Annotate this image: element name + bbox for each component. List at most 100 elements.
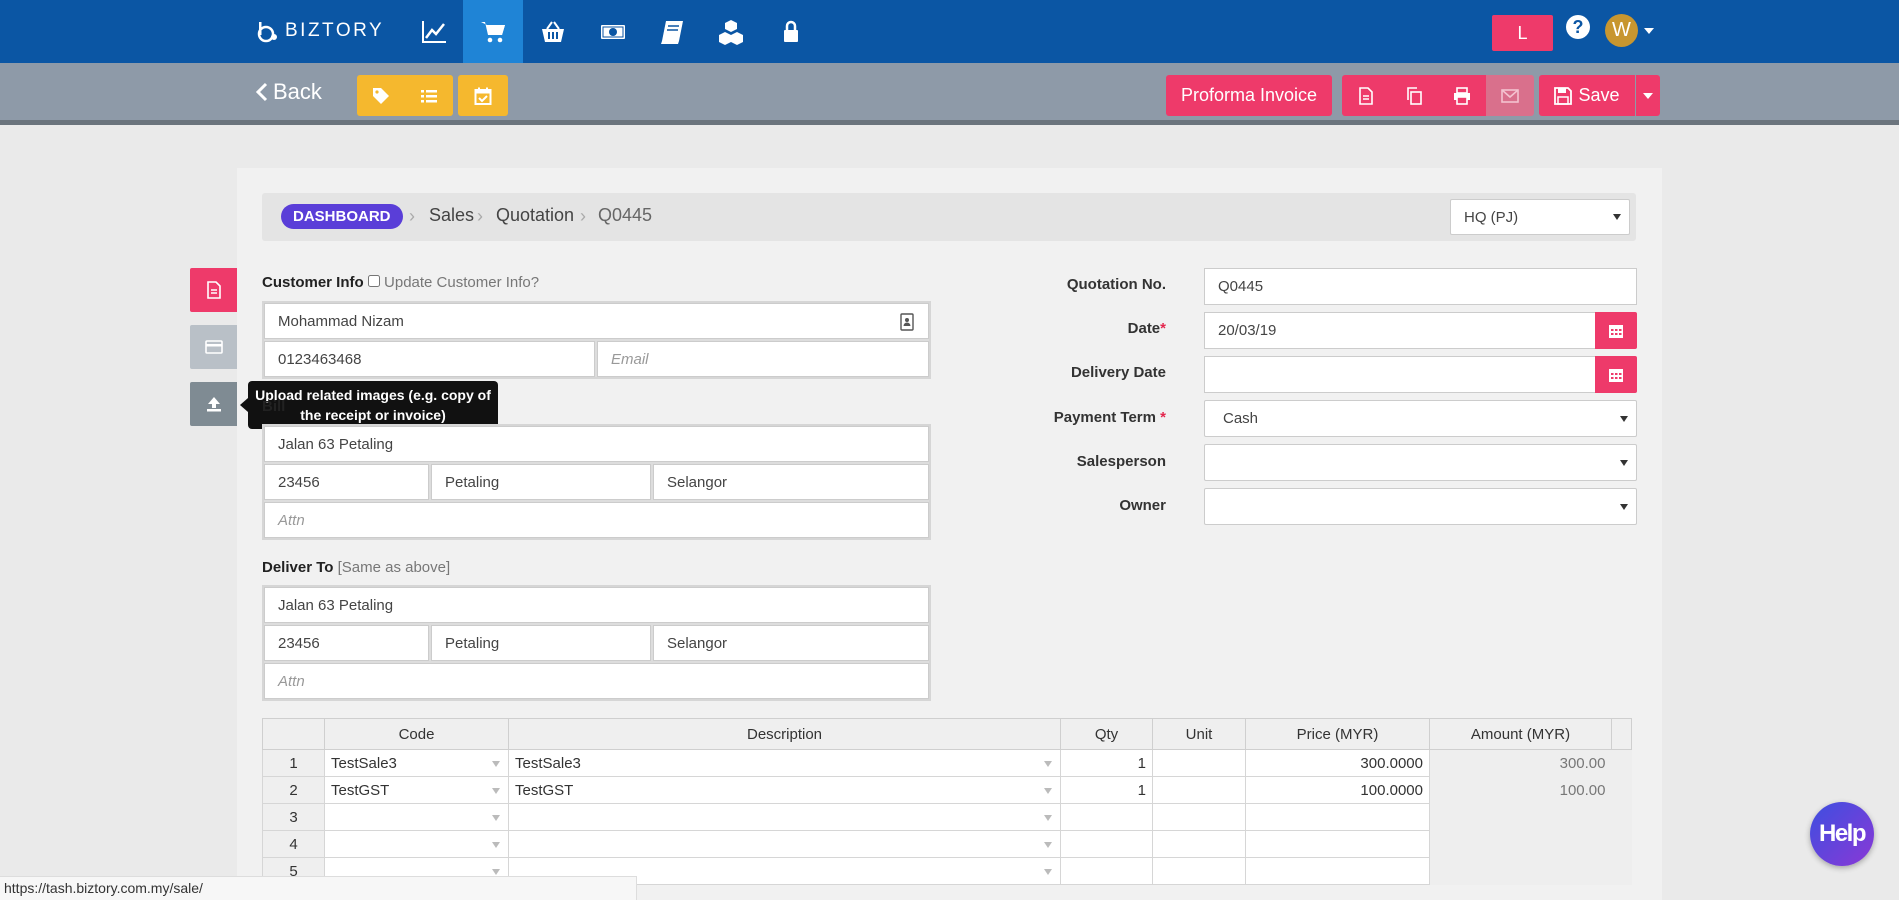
header-qty: Qty xyxy=(1060,718,1153,750)
save-button[interactable]: Save xyxy=(1539,75,1635,116)
proforma-invoice-button[interactable]: Proforma Invoice xyxy=(1166,75,1332,116)
tag-button[interactable] xyxy=(357,75,405,116)
brand-logo[interactable]: BIZTORY xyxy=(255,18,384,44)
delivery-date-field[interactable] xyxy=(1204,356,1596,393)
code-cell[interactable]: TestGST xyxy=(324,776,509,804)
owner-select[interactable] xyxy=(1204,488,1637,525)
header-description: Description xyxy=(508,718,1061,750)
customer-email-field[interactable]: Email xyxy=(597,341,929,377)
delivery-address-field[interactable]: Jalan 63 Petaling xyxy=(264,587,929,623)
billing-postcode-field[interactable]: 23456 xyxy=(264,464,429,500)
unit-cell[interactable] xyxy=(1152,776,1246,804)
document-button[interactable] xyxy=(1342,75,1390,116)
nav-settings[interactable] xyxy=(761,0,821,63)
nav-accounting[interactable] xyxy=(642,0,702,63)
description-cell[interactable] xyxy=(508,830,1061,858)
billing-city: Petaling xyxy=(445,473,500,491)
billing-city-field[interactable]: Petaling xyxy=(431,464,651,500)
price-cell[interactable]: 100.0000 xyxy=(1245,776,1430,804)
quotation-no-field[interactable]: Q0445 xyxy=(1204,268,1637,305)
header-price: Price (MYR) xyxy=(1245,718,1430,750)
date-value: 20/03/19 xyxy=(1218,322,1277,339)
save-dropdown-toggle[interactable] xyxy=(1636,75,1660,116)
nav-banking[interactable] xyxy=(583,0,643,63)
print-icon xyxy=(1454,86,1470,105)
nav-inventory[interactable] xyxy=(701,0,761,63)
list-icon xyxy=(421,89,437,102)
back-button[interactable]: Back xyxy=(255,79,322,105)
delivery-date-picker-button[interactable] xyxy=(1595,356,1637,393)
billing-address-field[interactable]: Jalan 63 Petaling xyxy=(264,426,929,462)
branch-select[interactable]: HQ (PJ) xyxy=(1450,199,1630,235)
payment-term-select[interactable]: Cash xyxy=(1204,400,1637,437)
table-row: 4 xyxy=(262,830,1632,858)
breadcrumb: DASHBOARD › Sales › Quotation › Q0445 HQ… xyxy=(262,193,1636,241)
description-cell[interactable]: TestGST xyxy=(508,776,1061,804)
same-as-above-link[interactable]: [Same as above] xyxy=(338,559,451,576)
details-tab[interactable] xyxy=(190,268,237,312)
save-label: Save xyxy=(1578,85,1620,105)
customer-phone: 0123463468 xyxy=(278,350,362,368)
price-cell[interactable] xyxy=(1245,803,1430,831)
email-button[interactable] xyxy=(1486,75,1534,116)
delivery-attn-field[interactable]: Attn xyxy=(264,663,929,699)
qty-cell[interactable] xyxy=(1060,830,1153,858)
back-label: Back xyxy=(273,79,322,104)
date-field[interactable]: 20/03/19 xyxy=(1204,312,1596,349)
amount-cell xyxy=(1429,857,1612,885)
code-cell[interactable] xyxy=(324,830,509,858)
code-cell[interactable]: TestSale3 xyxy=(324,749,509,777)
user-avatar[interactable]: W xyxy=(1605,14,1638,47)
salesperson-select[interactable] xyxy=(1204,444,1637,481)
qty-cell[interactable] xyxy=(1060,857,1153,885)
breadcrumb-current: Q0445 xyxy=(598,205,653,225)
update-customer-checkbox[interactable] xyxy=(367,275,380,287)
unit-cell[interactable] xyxy=(1152,749,1246,777)
quotation-no-label: Quotation No. xyxy=(1066,276,1166,293)
breadcrumb-sales[interactable]: Sales xyxy=(429,205,474,226)
print-button[interactable] xyxy=(1438,75,1486,116)
breadcrumb-quotation[interactable]: Quotation xyxy=(496,205,574,226)
copy-button[interactable] xyxy=(1390,75,1438,116)
question-circle-icon[interactable]: ? xyxy=(1566,15,1590,39)
upload-icon xyxy=(206,397,221,412)
delivery-postcode-field[interactable]: 23456 xyxy=(264,625,429,661)
nav-sales[interactable] xyxy=(463,0,523,63)
chevron-right-icon: › xyxy=(580,206,586,226)
delivery-state-field[interactable]: Selangor xyxy=(653,625,929,661)
qty-cell[interactable]: 1 xyxy=(1060,776,1153,804)
code-cell[interactable] xyxy=(324,803,509,831)
unit-cell[interactable] xyxy=(1152,830,1246,858)
calendar-check-button[interactable] xyxy=(458,75,508,116)
unit-cell[interactable] xyxy=(1152,857,1246,885)
quotation-no: Q0445 xyxy=(1218,278,1264,295)
customer-phone-field[interactable]: 0123463468 xyxy=(264,341,595,377)
header-code: Code xyxy=(324,718,509,750)
document-icon xyxy=(206,281,221,299)
description-cell[interactable] xyxy=(508,803,1061,831)
qty-cell[interactable]: 1 xyxy=(1060,749,1153,777)
chevron-down-icon[interactable] xyxy=(1644,28,1654,34)
qty-cell[interactable] xyxy=(1060,803,1153,831)
price-cell[interactable]: 300.0000 xyxy=(1245,749,1430,777)
unit-cell[interactable] xyxy=(1152,803,1246,831)
date-label: Date* xyxy=(966,320,1166,337)
list-button[interactable] xyxy=(405,75,453,116)
customer-name-field[interactable]: Mohammad Nizam xyxy=(264,303,929,339)
price-cell[interactable] xyxy=(1245,830,1430,858)
help-chat-button[interactable]: Help xyxy=(1810,802,1874,866)
delivery-city-field[interactable]: Petaling xyxy=(431,625,651,661)
deliver-to-title: Deliver To xyxy=(262,559,334,576)
nav-purchases[interactable] xyxy=(523,0,583,63)
l-button[interactable]: L xyxy=(1492,15,1553,51)
address-book-icon[interactable] xyxy=(900,313,914,331)
billing-state-field[interactable]: Selangor xyxy=(653,464,929,500)
description-cell[interactable]: TestSale3 xyxy=(508,749,1061,777)
upload-tab[interactable] xyxy=(190,382,237,426)
breadcrumb-dashboard[interactable]: DASHBOARD xyxy=(281,204,403,229)
date-picker-button[interactable] xyxy=(1595,312,1637,349)
billing-attn-field[interactable]: Attn xyxy=(264,502,929,538)
price-cell[interactable] xyxy=(1245,857,1430,885)
nav-reports[interactable] xyxy=(404,0,464,63)
payment-tab[interactable] xyxy=(190,325,237,369)
